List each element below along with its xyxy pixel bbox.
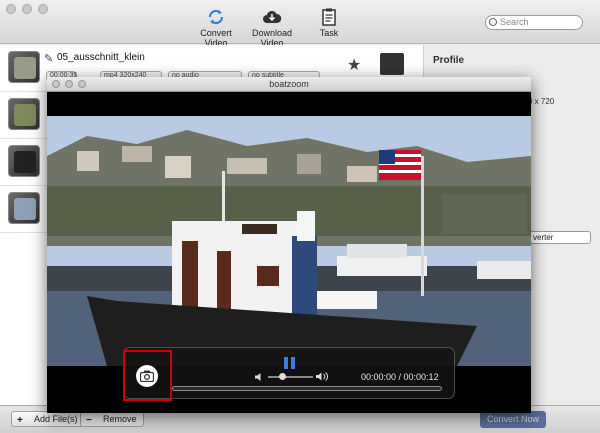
cloud-download-icon [263,10,282,23]
task-label: Task [319,28,339,38]
resolution-value: 0 x 720 [528,97,555,106]
player-close-button[interactable] [52,80,60,88]
task-button[interactable]: Task [318,8,340,38]
volume-high-icon[interactable] [315,371,329,382]
search-placeholder: Search [500,17,529,27]
snapshot-button[interactable] [136,365,158,387]
video-frame [47,116,531,366]
video-thumbnail [8,145,40,177]
player-minimize-button[interactable] [65,80,73,88]
profile-heading: Profile [433,55,465,66]
player-titlebar: boatzoom [47,77,531,92]
clipboard-icon [322,8,336,26]
plus-icon: + [17,415,23,426]
close-window-button[interactable] [6,4,16,14]
search-icon [489,18,497,26]
effect-star-icon[interactable]: ★ [347,55,361,75]
converter-select[interactable]: verter [529,231,591,244]
output-format-icon[interactable] [380,53,404,75]
main-toolbar: Convert Video Download Video Task Search [0,0,600,48]
video-thumbnail [8,51,40,83]
add-files-button[interactable]: + Add File(s) [11,411,85,427]
add-files-label: Add File(s) [34,414,78,424]
snapshot-highlight [123,350,172,401]
minus-icon: − [86,415,92,426]
remove-label: Remove [103,414,137,424]
convert-now-button[interactable]: Convert Now [480,411,546,428]
camera-icon [140,370,154,382]
video-player-window: boatzoom 00:00:00 / 00:00:12 [47,77,531,413]
player-window-controls [52,80,86,88]
edit-pencil-icon[interactable]: ✎ [44,52,53,65]
volume-low-icon[interactable] [254,372,264,382]
playback-time: 00:00:00 / 00:00:12 [361,372,439,382]
video-thumbnail [8,98,40,130]
zoom-window-button[interactable] [38,4,48,14]
search-input[interactable]: Search [485,15,583,30]
download-video-button[interactable]: Download Video [246,8,298,48]
remove-button[interactable]: − Remove [80,411,144,427]
window-controls [6,4,48,14]
video-thumbnail [8,192,40,224]
convert-video-button[interactable]: Convert Video [193,8,239,48]
volume-slider[interactable] [268,376,313,378]
pause-icon [284,357,288,369]
volume-knob[interactable] [279,373,286,380]
file-name: 05_ausschnitt_klein [57,52,145,63]
player-zoom-button[interactable] [78,80,86,88]
pause-button[interactable] [284,357,296,369]
convert-icon [208,9,224,25]
minimize-window-button[interactable] [22,4,32,14]
progress-bar[interactable] [172,386,442,391]
player-title: boatzoom [269,79,309,89]
